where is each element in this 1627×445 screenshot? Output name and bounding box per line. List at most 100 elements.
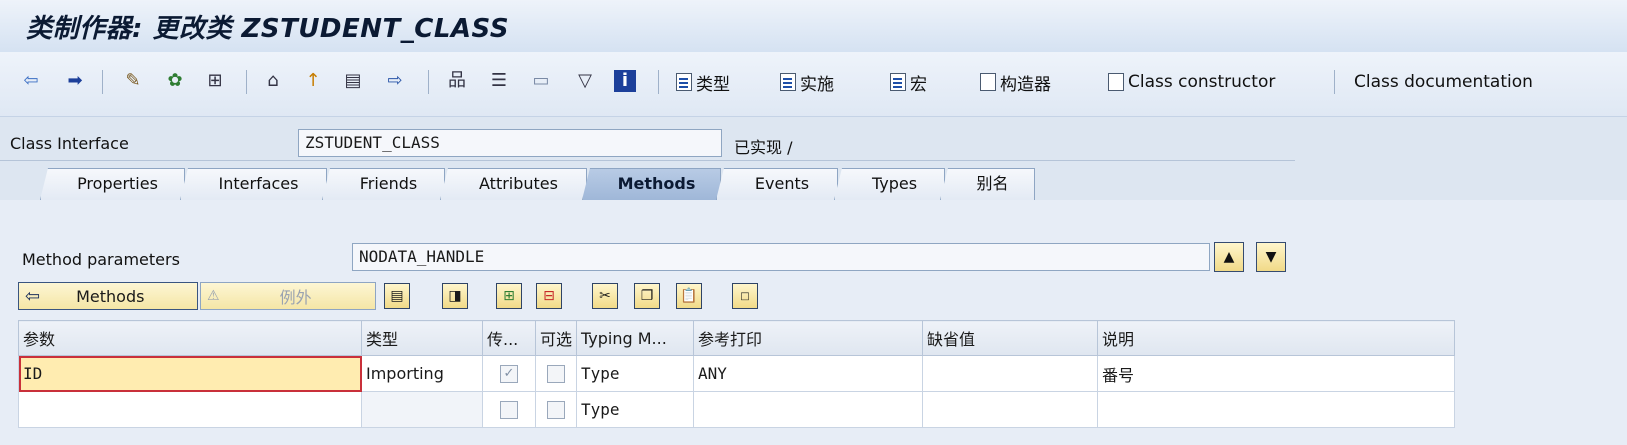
column-header[interactable]: 说明 [1097, 320, 1456, 356]
detail-view-button[interactable]: ▤ [384, 283, 410, 309]
list-tree-icon[interactable]: ☰ [488, 70, 510, 92]
where-used-icon[interactable]: ↑ [302, 70, 324, 92]
checkbox[interactable] [500, 401, 518, 420]
display-object-list-icon[interactable]: ▤ [342, 70, 364, 92]
paste-button[interactable]: 📋 [676, 283, 702, 309]
filter-icon[interactable]: ▽ [574, 70, 596, 92]
parameter-name-cell[interactable]: ID [18, 355, 362, 392]
class-status: 已实现 / [734, 138, 793, 157]
toolbar-separator [102, 70, 103, 94]
parameter-type-cell[interactable]: Importing [361, 355, 483, 392]
types-button[interactable]: 类型 [676, 68, 730, 96]
exceptions-button-label: 例外 [279, 288, 312, 307]
table-row: Type [18, 391, 1456, 428]
optional-cell[interactable] [534, 391, 578, 428]
toolbar-separator [658, 70, 659, 94]
triangle-down-icon: ▼ [1265, 249, 1277, 265]
implementation-button[interactable]: 实施 [780, 68, 834, 96]
methods-button-label: Methods [76, 286, 145, 306]
pass-by-value-cell[interactable]: ✓ [482, 355, 536, 392]
checkbox[interactable] [547, 365, 565, 384]
tab-methods[interactable]: Methods [582, 168, 721, 200]
toolbar-separator [246, 70, 247, 94]
window-title: 类制作器: 更改类 ZSTUDENT_CLASS [26, 14, 510, 44]
column-header[interactable]: 可选 [534, 320, 578, 356]
class-interface-label: Class Interface [10, 134, 129, 153]
previous-method-button[interactable]: ▲ [1214, 242, 1244, 272]
tab-properties[interactable]: Properties [40, 168, 185, 200]
types-button-label: 类型 [696, 74, 730, 95]
column-header[interactable]: Typing M... [576, 320, 695, 356]
back-arrow-icon[interactable]: ⇦ [20, 70, 42, 92]
tab-events[interactable]: Events [716, 168, 838, 200]
hierarchy-icon[interactable]: ⌂ [262, 70, 284, 92]
document-icon [676, 73, 692, 91]
typing-method-cell[interactable]: Type [576, 355, 695, 392]
tab-interfaces[interactable]: Interfaces [180, 168, 327, 200]
triangle-up-icon: ▲ [1223, 249, 1235, 265]
cut-button[interactable]: ✂ [592, 283, 618, 309]
copy-button[interactable]: ❐ [634, 283, 660, 309]
tab-friends[interactable]: Friends [322, 168, 445, 200]
navigate-icon[interactable]: ⇨ [384, 70, 406, 92]
checkbox-checked-icon[interactable]: ✓ [500, 365, 518, 384]
tab-types[interactable]: Types [834, 168, 945, 200]
info-icon[interactable]: i [614, 70, 636, 92]
activate-icon[interactable]: ✿ [164, 70, 186, 92]
blank-document-icon [1108, 73, 1124, 91]
pass-by-value-cell[interactable] [482, 391, 536, 428]
column-header[interactable]: 参数 [18, 320, 362, 356]
class-constructor-button[interactable]: Class constructor [1108, 68, 1275, 96]
structure-icon[interactable]: 品 [446, 70, 468, 92]
detail-icon: ▤ [390, 288, 404, 304]
macros-button-label: 宏 [910, 74, 927, 95]
editor-icon: ◨ [448, 288, 462, 304]
delete-row-button[interactable]: ⊟ [536, 283, 562, 309]
table-header-row: 参数 类型 传... 可选 Typing M... 参考打印 缺省值 说明 [18, 320, 1456, 356]
tab-attributes[interactable]: Attributes [440, 168, 587, 200]
class-documentation-button[interactable]: Class documentation [1354, 68, 1533, 96]
small-square-icon: □ [740, 290, 750, 302]
select-button[interactable]: □ [732, 283, 758, 309]
insert-row-button[interactable]: ⊞ [496, 283, 522, 309]
tab-aliases[interactable]: 别名 [940, 168, 1035, 200]
description-cell[interactable] [1097, 391, 1456, 428]
column-header[interactable]: 缺省值 [922, 320, 1099, 356]
reference-type-cell[interactable] [693, 391, 924, 428]
class-constructor-button-label: Class constructor [1128, 72, 1276, 92]
typing-method-cell[interactable]: Type [576, 391, 695, 428]
title-bar: 类制作器: 更改类 ZSTUDENT_CLASS [0, 0, 1627, 52]
default-value-cell[interactable] [922, 355, 1099, 392]
parameter-name-cell[interactable] [18, 391, 362, 428]
parameter-type-cell[interactable] [361, 391, 483, 428]
column-header[interactable]: 参考打印 [693, 320, 924, 356]
editor-button[interactable]: ◨ [442, 283, 468, 309]
class-interface-field[interactable]: ZSTUDENT_CLASS [298, 129, 722, 157]
reference-type-cell[interactable]: ANY [693, 355, 924, 392]
edit-icon[interactable]: ✎ [122, 70, 144, 92]
back-arrow-icon: ⇦ [25, 285, 41, 307]
checkbox[interactable] [547, 401, 565, 420]
insert-row-icon: ⊞ [503, 288, 515, 304]
scissors-icon: ✂ [599, 288, 611, 304]
exceptions-button[interactable]: ⚠ 例外 [200, 282, 376, 310]
method-parameters-field[interactable]: NODATA_HANDLE [352, 243, 1210, 271]
document-icon [780, 73, 796, 91]
column-header[interactable]: 传... [482, 320, 536, 356]
forward-arrow-icon[interactable]: ➡ [64, 70, 86, 92]
table-view-icon[interactable]: ▭ [530, 70, 552, 92]
check-icon[interactable]: ⊞ [204, 70, 226, 92]
header-divider [0, 160, 1295, 161]
constructor-button[interactable]: 构造器 [980, 68, 1051, 96]
delete-row-icon: ⊟ [543, 288, 555, 304]
exceptions-icon: ⚠ [207, 288, 220, 304]
default-value-cell[interactable] [922, 391, 1099, 428]
macros-button[interactable]: 宏 [890, 68, 927, 96]
back-to-methods-button[interactable]: ⇦ Methods [18, 282, 198, 310]
optional-cell[interactable] [534, 355, 578, 392]
table-row: ID Importing ✓ Type ANY 番号 [18, 355, 1456, 392]
description-cell[interactable]: 番号 [1097, 355, 1456, 392]
column-header[interactable]: 类型 [361, 320, 483, 356]
toolbar-separator [428, 70, 429, 94]
next-method-button[interactable]: ▼ [1256, 242, 1286, 272]
